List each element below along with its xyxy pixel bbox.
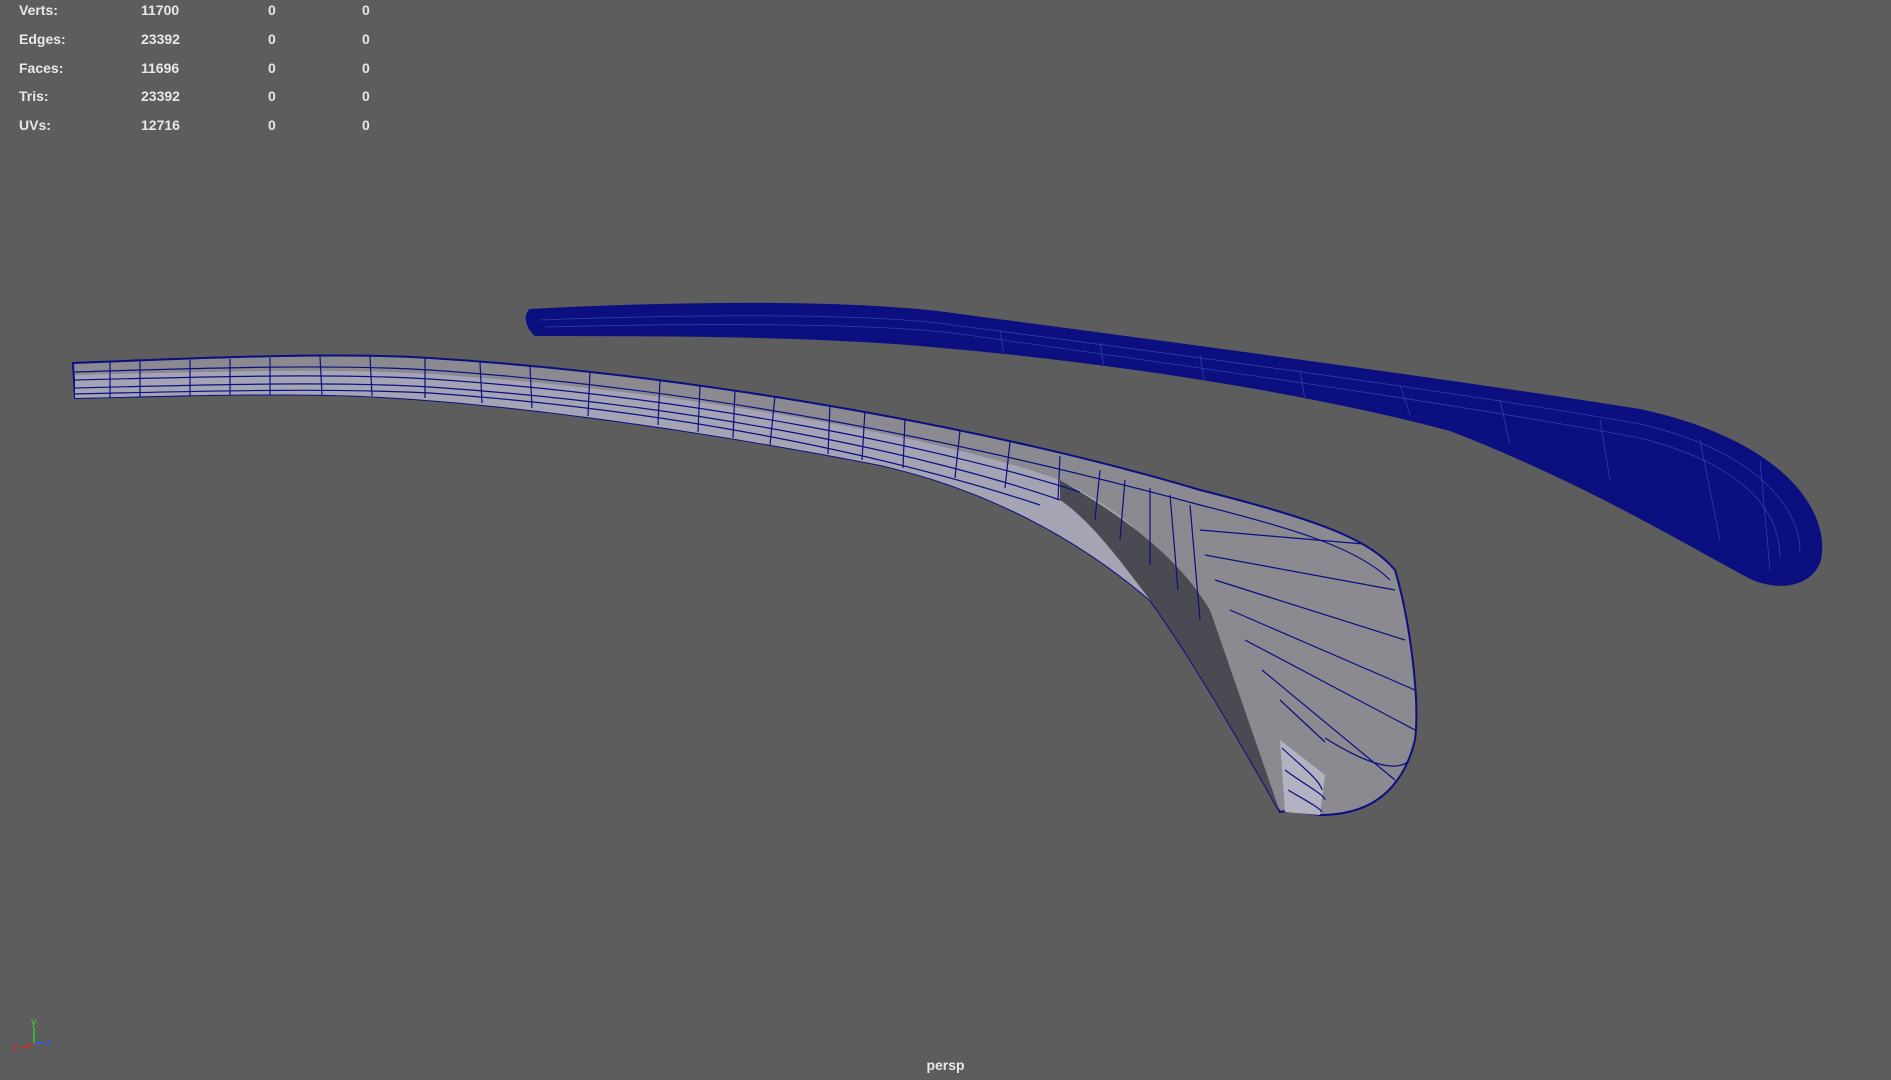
- hud-value: 0: [268, 117, 276, 133]
- hud-value: 0: [362, 60, 370, 76]
- hud-value: 0: [268, 2, 276, 18]
- hud-label: Verts:: [19, 2, 58, 18]
- hud-value: 23392: [141, 31, 180, 47]
- hud-value: 12716: [141, 117, 180, 133]
- hud-row-verts: Verts: 11700 0 0: [0, 0, 400, 20]
- hud-label: Tris:: [19, 88, 49, 104]
- axis-y-label: y: [31, 1016, 37, 1028]
- axis-z-label: z: [46, 1037, 52, 1049]
- hud-label: Edges:: [19, 31, 66, 47]
- hud-value: 11700: [141, 2, 180, 18]
- camera-name-label: persp: [926, 1057, 965, 1073]
- axis-x-label: x: [12, 1042, 18, 1054]
- hud-value: 0: [362, 2, 370, 18]
- hud-value: 0: [268, 31, 276, 47]
- low-poly-mesh-object[interactable]: [71, 354, 1418, 817]
- hud-value: 0: [362, 31, 370, 47]
- hud-value: 11696: [141, 60, 180, 76]
- viewport-panel[interactable]: Verts: 11700 0 0 Edges: 23392 0 0 Faces:…: [0, 0, 1891, 1080]
- hud-label: UVs:: [19, 117, 51, 133]
- hud-value: 0: [362, 117, 370, 133]
- hud-row-faces: Faces: 11696 0 0: [0, 58, 400, 78]
- axis-gizmo-icon: y x z: [12, 1016, 52, 1054]
- scene-canvas[interactable]: [0, 0, 1891, 1080]
- hud-row-tris: Tris: 23392 0 0: [0, 86, 400, 106]
- hud-value: 0: [362, 88, 370, 104]
- hud-row-uvs: UVs: 12716 0 0: [0, 115, 400, 135]
- hud-label: Faces:: [19, 60, 64, 76]
- hud-row-edges: Edges: 23392 0 0: [0, 29, 400, 49]
- hud-value: 23392: [141, 88, 180, 104]
- hud-value: 0: [268, 88, 276, 104]
- hud-value: 0: [268, 60, 276, 76]
